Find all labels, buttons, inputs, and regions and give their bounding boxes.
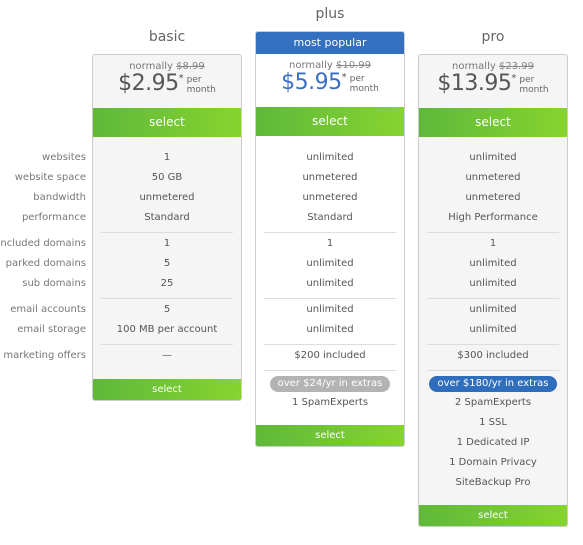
divider <box>264 370 396 371</box>
extra-item: 2 SpamExperts <box>454 397 532 408</box>
current-price: $5.95 <box>281 70 342 95</box>
feature-value: 100 MB per account <box>116 324 218 335</box>
extras-pill: over $180/yr in extras <box>429 376 557 392</box>
divider <box>101 298 233 299</box>
label-website-space: website space <box>14 172 86 183</box>
divider <box>264 298 396 299</box>
extras-pill: over $24/yr in extras <box>269 376 391 392</box>
feature-value: unmetered <box>139 192 195 203</box>
feature-value: $300 included <box>457 350 529 361</box>
divider <box>427 298 559 299</box>
current-price: $2.95 <box>118 71 179 96</box>
label-performance: performance <box>21 212 86 223</box>
feature-value: — <box>162 350 172 361</box>
normal-price: normally $8.99 <box>129 61 205 72</box>
divider <box>264 344 396 345</box>
feature-value: unmetered <box>302 172 358 183</box>
feature-value: unmetered <box>465 172 521 183</box>
divider <box>427 232 559 233</box>
plan-name: plus <box>315 6 345 22</box>
select-button-top[interactable]: select <box>256 107 404 136</box>
extras-pill-row: over $180/yr in extras <box>419 376 567 392</box>
plan-name: basic <box>148 29 186 45</box>
feature-value: 5 <box>163 304 171 315</box>
feature-value: 1 <box>163 238 171 249</box>
feature-value: 1 <box>489 238 497 249</box>
select-button-bottom[interactable]: select <box>256 425 404 446</box>
label-included-domains: included domains <box>0 238 86 249</box>
label-bandwidth: bandwidth <box>33 192 86 203</box>
price-box: normally $23.99 $13.95 * per month <box>419 55 567 108</box>
feature-value: unlimited <box>469 278 517 289</box>
feature-value: Standard <box>144 212 190 223</box>
plan-name: pro <box>481 29 505 45</box>
feature-value: 5 <box>163 258 171 269</box>
extra-item: 1 SSL <box>479 417 507 428</box>
feature-value: unlimited <box>306 152 354 163</box>
select-button-bottom[interactable]: select <box>419 505 567 526</box>
per-month: per month <box>186 75 216 95</box>
divider <box>101 232 233 233</box>
current-price: $13.95 <box>437 71 512 96</box>
feature-value: 1 <box>326 238 334 249</box>
normal-price: normally $10.99 <box>289 60 371 71</box>
per-month: per month <box>349 74 379 94</box>
feature-value: unlimited <box>469 324 517 335</box>
divider <box>427 370 559 371</box>
extras-pill-row: over $24/yr in extras <box>256 376 404 392</box>
feature-value: unmetered <box>465 192 521 203</box>
plan-card: normally $8.99 $2.95 * per month select 1… <box>92 54 242 401</box>
feature-value: Standard <box>307 212 353 223</box>
plan-plus: plus most popular normally $10.99 $5.95 … <box>255 0 405 545</box>
label-parked-domains: parked domains <box>5 258 86 269</box>
price-box: normally $8.99 $2.95 * per month <box>93 55 241 108</box>
price-box: normally $10.99 $5.95 * per month <box>256 54 404 107</box>
feature-value: unlimited <box>306 258 354 269</box>
old-price: $8.99 <box>176 61 205 72</box>
select-button-bottom[interactable]: select <box>93 379 241 400</box>
feature-value: unmetered <box>302 192 358 203</box>
most-popular-badge: most popular <box>256 32 404 54</box>
label-sub-domains: sub domains <box>22 278 86 289</box>
feature-value: 1 <box>163 152 171 163</box>
per-month: per month <box>519 75 549 95</box>
feature-value: unlimited <box>306 278 354 289</box>
plan-basic: basic normally $8.99 $2.95 * per month se… <box>92 0 242 545</box>
divider <box>264 232 396 233</box>
feature-value: unlimited <box>469 258 517 269</box>
normal-price: normally $23.99 <box>452 61 534 72</box>
select-button-top[interactable]: select <box>93 108 241 137</box>
extra-item: 1 Domain Privacy <box>449 457 537 468</box>
feature-value: 25 <box>160 278 174 289</box>
feature-value: 50 GB <box>151 172 183 183</box>
divider <box>427 344 559 345</box>
feature-value: unlimited <box>306 324 354 335</box>
label-marketing-offers: marketing offers <box>3 350 86 361</box>
feature-value: unlimited <box>306 304 354 315</box>
plan-card: most popular normally $10.99 $5.95 * per… <box>255 31 405 447</box>
divider <box>101 344 233 345</box>
extra-item: SiteBackup Pro <box>455 477 531 488</box>
extra-item: 1 SpamExperts <box>291 397 369 408</box>
feature-value: $200 included <box>294 350 366 361</box>
feature-value: unlimited <box>469 304 517 315</box>
feature-value: unlimited <box>469 152 517 163</box>
extra-item: 1 Dedicated IP <box>456 437 530 448</box>
plan-pro: pro normally $23.99 $13.95 * per month se… <box>418 0 568 545</box>
plan-card: normally $23.99 $13.95 * per month select… <box>418 54 568 527</box>
label-websites: websites <box>42 152 86 163</box>
label-email-storage: email storage <box>17 324 86 335</box>
select-button-top[interactable]: select <box>419 108 567 137</box>
label-email-accounts: email accounts <box>10 304 86 315</box>
feature-value: High Performance <box>448 212 538 223</box>
